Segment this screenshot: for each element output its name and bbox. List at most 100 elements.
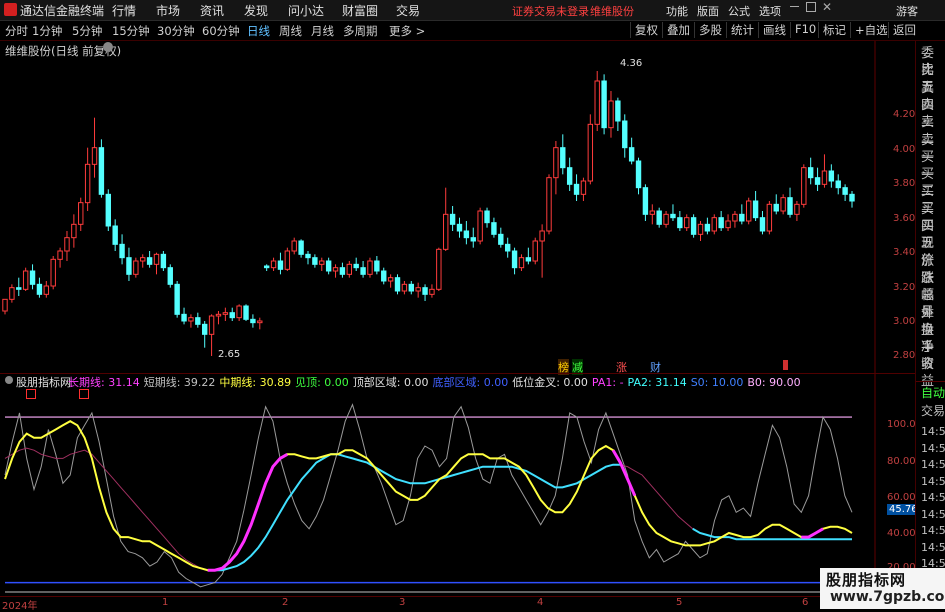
candle-body [594,80,600,125]
tab-30min[interactable]: 30分钟 [157,23,195,39]
long-line [4,447,852,571]
tab-5min[interactable]: 5分钟 [72,23,102,39]
indicator-item: 长期线: 31.14 [68,376,140,389]
candle-body [263,265,270,269]
auto-trade-label[interactable]: 自动 [921,385,945,402]
candle-body [181,313,187,322]
candle-body [739,213,745,222]
candle-body [360,267,366,275]
menu-wealth-circle[interactable]: 财富圈 [342,2,378,19]
guest-label[interactable]: 游客 [896,3,918,19]
menu-formula[interactable]: 公式 [728,3,750,19]
candle-body [436,248,442,290]
indicator-tick: 80.00 [887,456,916,467]
event-marker-icon[interactable] [783,360,788,370]
stock-name-title: 维维股份 [590,5,634,18]
side-time: 14:56 [921,425,945,438]
candle-body [780,197,786,212]
adjust-button[interactable]: 复权 [630,22,662,38]
time-label: 2 [282,597,289,608]
tab-60min[interactable]: 60分钟 [202,23,240,39]
candle-body [484,210,490,224]
candle-body [381,270,387,282]
indicator-name[interactable]: 股朋指标网 [16,374,71,390]
candle-body [498,233,504,245]
candle-body [291,240,297,252]
candle-body [690,217,697,235]
tab-intraday[interactable]: 分时 [5,23,28,39]
maximize-icon[interactable] [806,2,816,12]
statistics-button[interactable]: 统计 [726,22,758,38]
candle-body [766,203,773,232]
candle-body [332,267,339,272]
candle-body [174,283,180,315]
minimize-icon[interactable] [790,6,799,7]
candle-body [525,257,532,262]
menu-news[interactable]: 资讯 [200,2,224,19]
candle-body [319,260,325,265]
add-watchlist-button[interactable]: +自选 [850,22,892,38]
candle-body [608,100,614,129]
menu-trade[interactable]: 交易 [396,2,420,19]
indicator-item: PA2: 31.14 [627,376,687,389]
candle-body [9,287,15,300]
tab-weekly[interactable]: 周线 [279,23,302,39]
tab-monthly[interactable]: 月线 [311,23,334,39]
menu-market-quotes[interactable]: 行情 [112,2,136,19]
candle-body [215,313,222,317]
draw-line-button[interactable]: 画线 [758,22,790,38]
candle-body [312,257,318,265]
indicator-item: PA1: - [591,376,624,389]
quote-side-panel: 委比卖五卖四卖三卖二卖一买一买二买三买四买五现价涨跌涨幅总量外盘换手净资收益 自… [915,41,945,609]
side-time: 14:56 [921,524,945,537]
menu-ask[interactable]: 问小达 [288,2,324,19]
f10-button[interactable]: F10 [790,22,820,38]
indicator-settings-icon[interactable] [5,376,13,384]
candle-body [656,210,662,225]
tab-daily[interactable]: 日线 [247,23,270,39]
menu-function[interactable]: 功能 [666,3,688,19]
menu-discover[interactable]: 发现 [244,2,268,19]
candle-body [160,253,167,269]
back-button[interactable]: 返回 [888,22,920,38]
side-time: 14:56 [921,507,945,521]
indicator-tick: 100.0 [887,419,916,430]
menu-options[interactable]: 选项 [759,3,781,19]
indicator-item: 底部区域: 0.00 [432,376,509,389]
candle-body [835,180,841,189]
title-bar: 通达信金融终端 行情 市场 资讯 发现 问小达 财富圈 交易 证券交易未登录 维… [0,0,945,21]
tab-multi-period[interactable]: 多周期 [343,23,378,39]
overlay-button[interactable]: 叠加 [662,22,694,38]
kline-chart[interactable] [0,41,915,609]
candle-body [374,260,380,272]
candle-body [821,170,828,185]
candle-body [422,287,428,295]
menu-layout[interactable]: 版面 [697,3,719,19]
mark-button[interactable]: 标记 [818,22,850,38]
menu-market[interactable]: 市场 [156,2,180,19]
candle-body [64,237,70,252]
candle-body [250,318,256,324]
candle-body [539,230,545,242]
login-status[interactable]: 证券交易未登录 [512,3,589,19]
multi-stock-button[interactable]: 多股 [694,22,726,38]
candle-body [91,147,98,165]
candle-body [195,317,201,325]
candle-body [57,250,63,260]
tab-1min[interactable]: 1分钟 [32,23,62,39]
candle-body [98,147,105,195]
app-name: 通达信金融终端 [20,4,105,18]
tab-15min[interactable]: 15分钟 [112,23,150,39]
close-icon[interactable]: ✕ [822,0,832,14]
candle-body [167,267,173,285]
time-axis-line [0,596,915,597]
candle-body [71,223,77,239]
period-toolbar: 分时 1分钟 5分钟 15分钟 30分钟 60分钟 日线 周线 月线 多周期 更… [0,21,945,41]
tab-more[interactable]: 更多 > [389,23,425,39]
candle-body [119,243,125,259]
candle-body [105,193,111,227]
pa1-line [801,527,824,539]
trade-label[interactable]: 交易 [921,403,945,420]
candle-body [470,237,476,242]
candle-body [849,193,855,202]
